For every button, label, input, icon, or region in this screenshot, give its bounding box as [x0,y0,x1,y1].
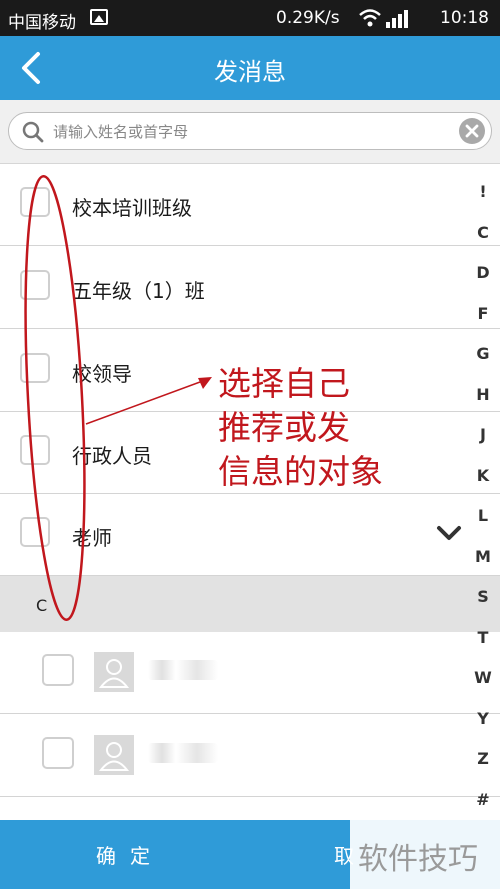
group-checkbox[interactable] [20,187,50,217]
group-label: 校领导 [72,362,132,386]
wifi-icon [358,8,382,33]
annotation-line: 选择自己 [218,364,350,403]
index-letter[interactable]: Z [468,749,498,790]
avatar [94,735,134,775]
index-letter[interactable]: F [468,304,498,345]
index-letter[interactable]: ! [468,182,498,223]
member-row[interactable] [0,632,500,714]
watermark-text: 软件技巧 [358,842,478,877]
group-row[interactable]: 校本培训班级 [0,164,500,246]
annotation-line: 推荐或发 [218,408,350,447]
member-name-redacted [148,743,218,763]
search-bar [0,100,500,164]
index-letter[interactable]: C [468,223,498,264]
group-label: 校本培训班级 [72,196,192,220]
image-notification-icon [90,9,108,25]
index-letter[interactable]: W [468,668,498,709]
group-row[interactable]: 老师 [0,494,500,576]
chevron-down-icon[interactable] [436,524,462,546]
group-checkbox[interactable] [20,435,50,465]
index-letter[interactable]: J [468,425,498,466]
index-letter[interactable]: Y [468,709,498,750]
index-letter[interactable]: M [468,547,498,588]
member-row[interactable] [0,715,500,797]
index-letter[interactable]: T [468,628,498,669]
search-input[interactable] [53,119,453,145]
confirm-button[interactable]: 确定 [0,820,260,889]
user-icon [98,659,130,688]
group-label: 老师 [72,526,112,550]
carrier-name: 中国移动 [8,13,76,33]
index-letter[interactable]: L [468,506,498,547]
group-checkbox[interactable] [20,517,50,547]
status-bar: 中国移动 0.29K/s 10:18 [0,0,500,36]
alphabet-index[interactable]: ! C D F G H J K L M S T W Y Z # [468,182,498,830]
close-icon [465,124,479,138]
index-letter[interactable]: S [468,587,498,628]
section-header: C [0,576,500,632]
network-speed: 0.29K/s [276,8,340,28]
index-letter[interactable]: D [468,263,498,304]
group-row[interactable]: 五年级（1）班 [0,247,500,329]
search-box [8,112,492,150]
index-letter[interactable]: K [468,466,498,507]
group-label: 五年级（1）班 [72,279,205,303]
section-letter: C [36,596,48,615]
clock: 10:18 [440,8,489,28]
group-label: 行政人员 [72,444,152,468]
index-letter[interactable]: H [468,385,498,426]
member-checkbox[interactable] [42,737,74,769]
group-checkbox[interactable] [20,270,50,300]
member-checkbox[interactable] [42,654,74,686]
page-title: 发消息 [214,58,286,86]
user-icon [98,742,130,771]
redaction-blur [148,743,218,763]
app-header: 发消息 [0,36,500,100]
member-name-redacted [148,660,218,680]
group-checkbox[interactable] [20,353,50,383]
redaction-blur [148,660,218,680]
clear-search-button[interactable] [459,118,485,144]
avatar [94,652,134,692]
annotation-text: 选择自己 推荐或发 信息的对象 [218,362,383,494]
signal-icon [386,10,408,33]
watermark: 软件技巧 [350,820,500,889]
search-icon [21,120,45,148]
index-letter[interactable]: G [468,344,498,385]
annotation-line: 信息的对象 [218,452,383,491]
